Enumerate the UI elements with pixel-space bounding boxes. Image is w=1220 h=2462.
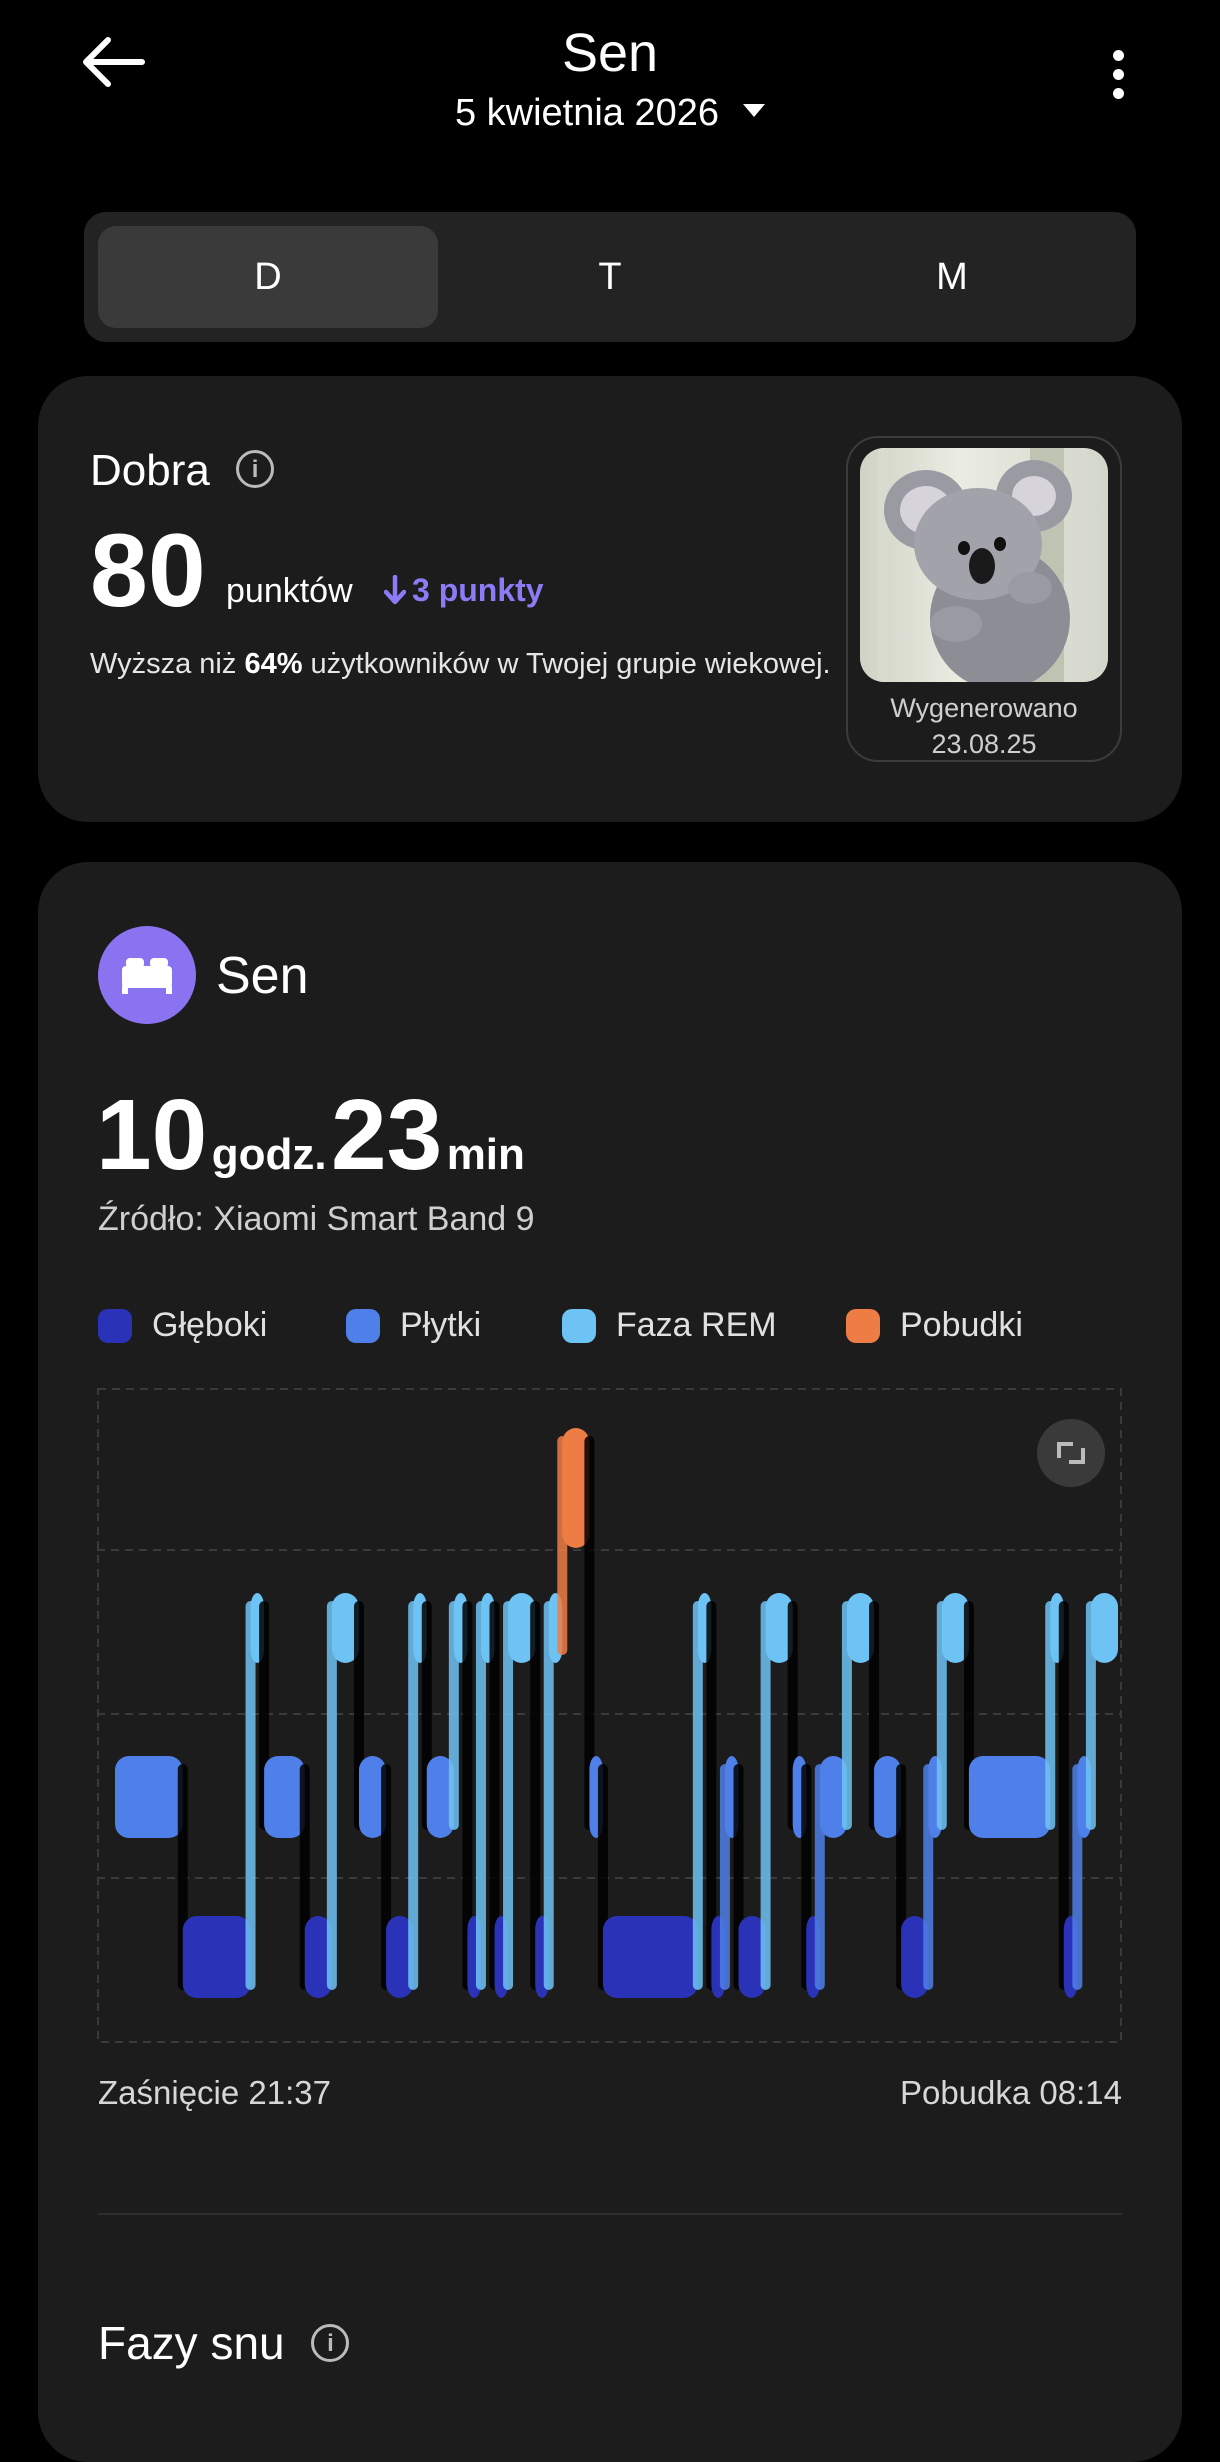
stage-transition (760, 1601, 771, 1990)
duration-hours-unit: godz. (211, 1130, 327, 1179)
score-delta: 3 punkty (383, 572, 544, 609)
score-rating-label: Dobra (90, 446, 210, 495)
stage-block-głęboki (602, 1916, 698, 1998)
duration-hours: 10 (96, 1079, 208, 1191)
tab-week[interactable]: T (440, 226, 780, 328)
legend-swatch-rem (562, 1308, 596, 1343)
period-tabs: D T M (84, 212, 1136, 342)
sleep-phases-title: Fazy snu i (98, 2316, 350, 2370)
divider (98, 2213, 1122, 2215)
arrow-down-icon (383, 574, 407, 605)
duration-minutes: 23 (331, 1079, 443, 1191)
stage-block-głęboki (182, 1916, 251, 1998)
tab-month[interactable]: M (782, 226, 1122, 328)
stage-block-faza-rem (1090, 1593, 1118, 1663)
avatar-caption-line1: Wygenerowano (890, 693, 1078, 723)
data-source: Źródło: Xiaomi Smart Band 9 (98, 1200, 535, 1238)
comparison-suffix: użytkowników w Twojej grupie wiekowej. (302, 648, 831, 680)
avatar-caption-line2: 23.08.25 (931, 729, 1037, 759)
legend-deep: Głęboki (98, 1306, 267, 1345)
tab-day[interactable]: D (98, 226, 438, 328)
sleep-section-title: Sen (216, 947, 309, 1005)
legend-label-awake: Pobudki (900, 1306, 1023, 1344)
legend-swatch-light (346, 1308, 380, 1343)
score-delta-label: 3 punkty (412, 572, 544, 608)
sleep-phases-label: Fazy snu (98, 2317, 285, 2369)
legend-label-light: Płytki (400, 1306, 482, 1344)
score-comparison: Wyższa niż 64% użytkowników w Twojej gru… (90, 648, 831, 681)
stage-transition (503, 1601, 514, 1990)
more-options-icon[interactable] (1100, 50, 1136, 106)
date-label: 5 kwietnia 2026 (454, 92, 720, 134)
sleep-duration: 10 godz. 23 min (96, 1080, 525, 1220)
avatar-caption: Wygenerowano 23.08.25 (846, 690, 1122, 762)
duration-minutes-unit: min (446, 1130, 525, 1179)
date-selector[interactable]: 5 kwietnia 2026 (0, 92, 1220, 135)
legend-swatch-awake (846, 1308, 880, 1343)
page-title: Sen (561, 23, 659, 83)
chevron-down-icon (743, 104, 766, 118)
legend-swatch-deep (98, 1308, 132, 1343)
legend-rem: Faza REM (562, 1306, 777, 1345)
bed-icon (98, 926, 196, 1024)
sleep-stage-chart[interactable] (97, 1388, 1122, 2043)
legend-label-deep: Głęboki (152, 1306, 268, 1344)
score-value: 80 (90, 513, 206, 629)
info-icon[interactable]: i (236, 450, 275, 489)
expand-button (1037, 1419, 1105, 1487)
score-unit: punktów (226, 572, 353, 610)
comparison-prefix: Wyższa niż (90, 648, 245, 680)
legend-label-rem: Faza REM (616, 1306, 777, 1344)
score-rating: Dobra i (90, 446, 275, 496)
comparison-percent: 64% (244, 648, 303, 680)
legend-light: Płytki (346, 1306, 481, 1345)
stage-block-płytki (115, 1756, 183, 1838)
legend-awake: Pobudki (846, 1306, 1023, 1345)
wake-time: Pobudka 08:14 (899, 2074, 1122, 2111)
koala-avatar-image (860, 448, 1108, 682)
sleep-start-time: Zaśnięcie 21:37 (98, 2074, 331, 2111)
stage-block-płytki (968, 1756, 1051, 1838)
stage-block-płytki (264, 1756, 305, 1838)
info-icon[interactable]: i (311, 2323, 350, 2362)
stage-transition (326, 1601, 337, 1990)
